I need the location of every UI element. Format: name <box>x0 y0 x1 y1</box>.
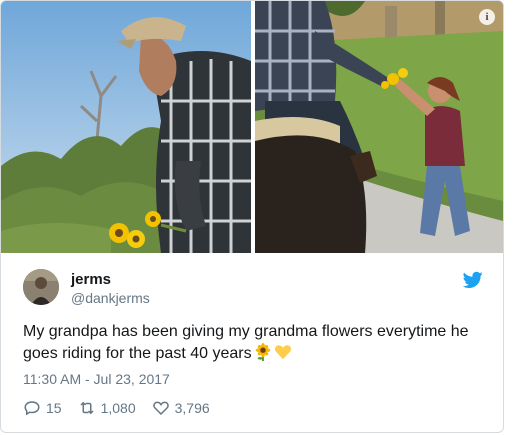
avatar[interactable] <box>23 269 59 305</box>
photo-grandma-receiving[interactable] <box>255 1 503 253</box>
like-count: 3,796 <box>174 400 210 416</box>
retweet-count: 1,080 <box>100 400 136 416</box>
yellow-heart-emoji <box>274 345 291 360</box>
user-handle[interactable]: @dankjerms <box>71 289 150 307</box>
tweet-media[interactable]: i <box>1 1 503 253</box>
sunflower-emoji <box>255 343 270 361</box>
twitter-bird-icon[interactable] <box>463 271 483 289</box>
heart-icon <box>152 401 169 416</box>
retweet-icon <box>80 401 94 415</box>
info-icon[interactable]: i <box>479 9 495 25</box>
like-button[interactable]: 3,796 <box>152 399 210 417</box>
user-names[interactable]: jerms @dankjerms <box>71 271 150 307</box>
display-name[interactable]: jerms <box>71 271 150 289</box>
reply-button[interactable]: 15 <box>23 399 62 417</box>
retweet-button[interactable]: 1,080 <box>78 399 136 417</box>
reply-icon <box>24 401 40 416</box>
tweet-text-content: My grandpa has been giving my grandma fl… <box>23 323 469 362</box>
tweet-card: i jerms @dankjerms My grandpa has been g… <box>0 0 504 433</box>
reply-count: 15 <box>46 400 62 416</box>
tweet-actions: 15 1,080 3,796 <box>23 397 226 419</box>
photo-grandpa-flowers[interactable] <box>1 1 251 253</box>
tweet-timestamp[interactable]: 11:30 AM - Jul 23, 2017 <box>23 371 170 387</box>
tweet-text: My grandpa has been giving my grandma fl… <box>23 321 483 365</box>
